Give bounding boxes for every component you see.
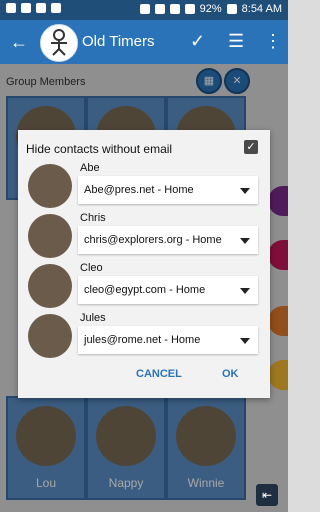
mute-icon [154,4,165,14]
collapse-panel-button[interactable]: ⇤ [256,484,278,506]
contact-name: Cleo [80,262,103,274]
email-select[interactable]: cleo@egypt.com - Home [78,276,258,304]
status-bar: 92% 8:54 AM [0,0,288,20]
check-icon[interactable]: ✓ [190,31,205,52]
dialog-header: Hide contacts without email [26,142,173,156]
more-vert-icon[interactable]: ⋮ [264,31,282,52]
notification-icon [6,3,16,13]
contact-row: Abe Abe@pres.net - Home [26,160,262,208]
email-value: jules@rome.net - Home [84,334,201,346]
email-dialog: Hide contacts without email ✓ Abe Abe@pr… [18,130,270,398]
contact-row: Jules jules@rome.net - Home [26,310,262,358]
image-icon [51,3,61,13]
battery-percent: 92% [199,3,222,15]
chevron-down-icon [240,238,250,244]
chevron-down-icon [240,288,250,294]
page-title: Old Timers [82,33,155,50]
avatar [28,214,72,258]
wifi-icon [169,4,180,14]
contact-name: Jules [80,312,106,324]
download-icon [21,3,31,13]
clock-time: 8:54 AM [241,3,282,15]
group-avatar[interactable] [40,24,78,62]
app-bar: ← Old Timers ✓ ☰ ⋮ [0,20,288,64]
back-arrow-icon[interactable]: ← [10,32,28,53]
signal-icon [184,4,195,14]
ok-button[interactable]: OK [222,368,239,380]
email-value: cleo@egypt.com - Home [84,284,206,296]
bluetooth-icon [139,4,150,14]
email-value: chris@explorers.org - Home [84,234,222,246]
list-icon[interactable]: ☰ [228,31,244,52]
cancel-button[interactable]: CANCEL [136,368,182,380]
email-value: Abe@pres.net - Home [84,184,194,196]
email-select[interactable]: Abe@pres.net - Home [78,176,258,204]
download-icon [36,3,46,13]
contact-row: Chris chris@explorers.org - Home [26,210,262,258]
chevron-down-icon [240,188,250,194]
email-select[interactable]: jules@rome.net - Home [78,326,258,354]
avatar [28,264,72,308]
stick-figure-icon [51,29,67,56]
battery-icon [226,4,237,14]
hide-contacts-checkbox[interactable]: ✓ [244,140,258,154]
email-select[interactable]: chris@explorers.org - Home [78,226,258,254]
avatar [28,164,72,208]
chevron-down-icon [240,338,250,344]
contact-name: Abe [80,162,100,174]
avatar [28,314,72,358]
contact-row: Cleo cleo@egypt.com - Home [26,260,262,308]
contact-name: Chris [80,212,106,224]
